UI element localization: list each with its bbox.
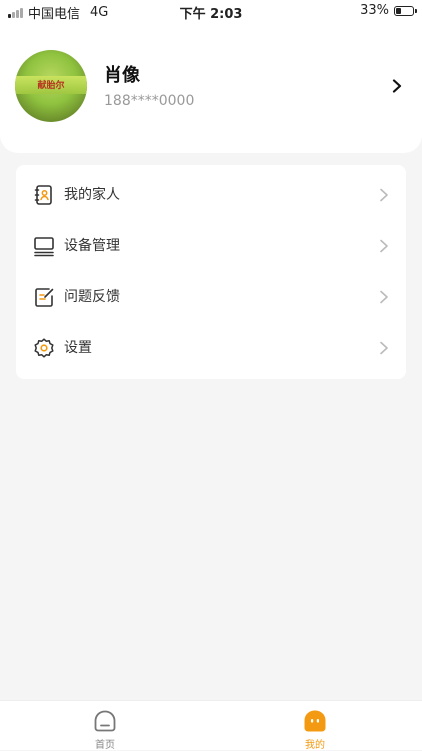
menu-card: 我的家人 设备管理 问题反馈 设置 <box>16 165 406 379</box>
status-time: 下午 2:03 <box>179 7 243 22</box>
battery-fill <box>396 7 401 14</box>
menu-item-label: 我的家人 <box>64 187 120 203</box>
status-right: 33% <box>360 3 417 18</box>
feedback-icon <box>35 288 54 307</box>
tab-me-label: 我的 <box>305 740 325 751</box>
menu-item-settings[interactable]: 设置 <box>16 323 406 374</box>
menu-item-family[interactable]: 我的家人 <box>16 170 406 221</box>
battery-icon <box>394 5 417 16</box>
chevron-right-icon <box>380 341 388 355</box>
menu-item-label: 问题反馈 <box>64 289 120 305</box>
menu-item-label: 设备管理 <box>64 238 120 254</box>
gear-icon <box>34 338 54 358</box>
menu-item-devices[interactable]: 设备管理 <box>16 221 406 272</box>
tab-bar: 首页 我的 <box>0 700 422 751</box>
tab-me[interactable]: 我的 <box>285 701 345 751</box>
chevron-right-icon <box>380 290 388 304</box>
menu-item-label: 设置 <box>64 340 92 356</box>
profile-tab-icon <box>304 710 326 732</box>
battery-percent: 33% <box>360 3 389 18</box>
avatar[interactable]: 献胎尔 <box>15 50 87 122</box>
address-book-icon <box>34 185 52 205</box>
profile-card[interactable]: 献胎尔 肖像 188****0000 <box>0 22 422 153</box>
tab-home-label: 首页 <box>95 740 115 751</box>
status-bar: 中国电信 4G 下午 2:03 33% <box>0 0 422 22</box>
chevron-right-icon[interactable] <box>390 79 404 93</box>
username: 肖像 <box>104 65 140 86</box>
phone-number: 188****0000 <box>104 93 195 109</box>
home-icon <box>94 710 116 732</box>
chevron-right-icon <box>380 239 388 253</box>
chevron-right-icon <box>380 188 388 202</box>
avatar-text: 献胎尔 <box>37 81 65 91</box>
menu-item-feedback[interactable]: 问题反馈 <box>16 272 406 323</box>
device-icon <box>34 237 54 257</box>
tab-home[interactable]: 首页 <box>75 701 135 751</box>
